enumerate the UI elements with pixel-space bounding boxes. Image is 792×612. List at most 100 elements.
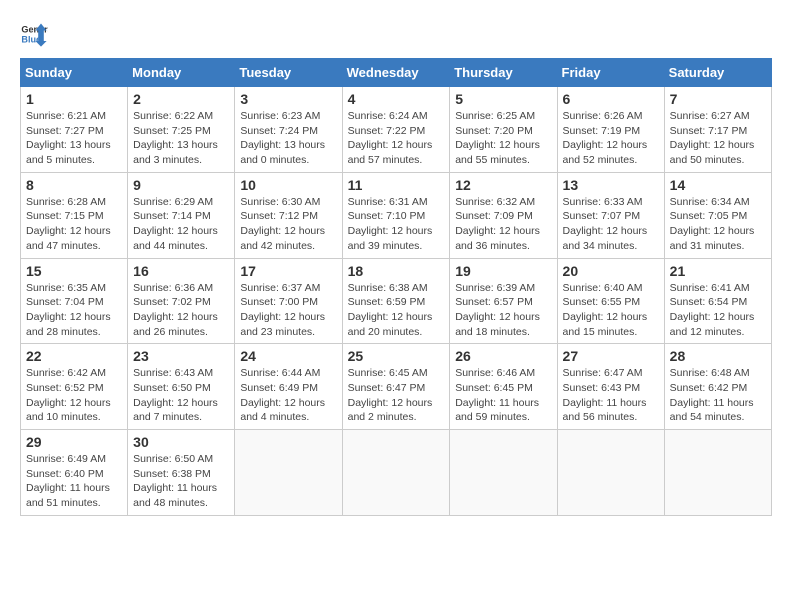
week-row-3: 15Sunrise: 6:35 AMSunset: 7:04 PMDayligh…: [21, 258, 772, 344]
day-detail: Sunrise: 6:22 AMSunset: 7:25 PMDaylight:…: [133, 109, 229, 168]
day-cell: 29 Sunrise: 6:49 AMSunset: 6:40 PMDayligh…: [21, 430, 128, 516]
day-number: 27: [563, 348, 659, 364]
day-cell: [235, 430, 342, 516]
day-number: 6: [563, 91, 659, 107]
day-detail: Sunrise: 6:46 AMSunset: 6:45 PMDaylight:…: [455, 366, 551, 425]
day-detail: Sunrise: 6:37 AMSunset: 7:00 PMDaylight:…: [240, 281, 336, 340]
day-detail: Sunrise: 6:27 AMSunset: 7:17 PMDaylight:…: [670, 109, 766, 168]
day-number: 21: [670, 263, 766, 279]
day-number: 30: [133, 434, 229, 450]
col-header-sunday: Sunday: [21, 59, 128, 87]
day-detail: Sunrise: 6:30 AMSunset: 7:12 PMDaylight:…: [240, 195, 336, 254]
day-number: 12: [455, 177, 551, 193]
day-number: 23: [133, 348, 229, 364]
col-header-saturday: Saturday: [664, 59, 771, 87]
day-cell: 8 Sunrise: 6:28 AMSunset: 7:15 PMDaylight…: [21, 172, 128, 258]
day-cell: 16Sunrise: 6:36 AMSunset: 7:02 PMDayligh…: [128, 258, 235, 344]
day-cell: [342, 430, 450, 516]
day-detail: Sunrise: 6:45 AMSunset: 6:47 PMDaylight:…: [348, 366, 445, 425]
day-number: 22: [26, 348, 122, 364]
day-cell: 10 Sunrise: 6:30 AMSunset: 7:12 PMDayligh…: [235, 172, 342, 258]
day-detail: Sunrise: 6:24 AMSunset: 7:22 PMDaylight:…: [348, 109, 445, 168]
day-detail: Sunrise: 6:43 AMSunset: 6:50 PMDaylight:…: [133, 366, 229, 425]
day-detail: Sunrise: 6:42 AMSunset: 6:52 PMDaylight:…: [26, 366, 122, 425]
calendar-table: SundayMondayTuesdayWednesdayThursdayFrid…: [20, 58, 772, 516]
day-number: 26: [455, 348, 551, 364]
page-header: General Blue: [20, 20, 772, 48]
col-header-monday: Monday: [128, 59, 235, 87]
day-cell: 13 Sunrise: 6:33 AMSunset: 7:07 PMDayligh…: [557, 172, 664, 258]
week-row-2: 8 Sunrise: 6:28 AMSunset: 7:15 PMDaylight…: [21, 172, 772, 258]
day-number: 2: [133, 91, 229, 107]
col-header-tuesday: Tuesday: [235, 59, 342, 87]
day-number: 29: [26, 434, 122, 450]
day-detail: Sunrise: 6:23 AMSunset: 7:24 PMDaylight:…: [240, 109, 336, 168]
day-number: 3: [240, 91, 336, 107]
day-cell: 23 Sunrise: 6:43 AMSunset: 6:50 PMDayligh…: [128, 344, 235, 430]
week-row-5: 29 Sunrise: 6:49 AMSunset: 6:40 PMDayligh…: [21, 430, 772, 516]
day-number: 4: [348, 91, 445, 107]
day-cell: 3 Sunrise: 6:23 AMSunset: 7:24 PMDaylight…: [235, 87, 342, 173]
day-detail: Sunrise: 6:34 AMSunset: 7:05 PMDaylight:…: [670, 195, 766, 254]
day-cell: [450, 430, 557, 516]
day-number: 5: [455, 91, 551, 107]
day-cell: 30 Sunrise: 6:50 AMSunset: 6:38 PMDayligh…: [128, 430, 235, 516]
day-number: 7: [670, 91, 766, 107]
day-number: 14: [670, 177, 766, 193]
day-cell: 21 Sunrise: 6:41 AMSunset: 6:54 PMDayligh…: [664, 258, 771, 344]
day-detail: Sunrise: 6:38 AMSunset: 6:59 PMDaylight:…: [348, 281, 445, 340]
day-number: 10: [240, 177, 336, 193]
col-header-friday: Friday: [557, 59, 664, 87]
day-number: 18: [348, 263, 445, 279]
col-header-wednesday: Wednesday: [342, 59, 450, 87]
day-cell: 28 Sunrise: 6:48 AMSunset: 6:42 PMDayligh…: [664, 344, 771, 430]
day-detail: Sunrise: 6:31 AMSunset: 7:10 PMDaylight:…: [348, 195, 445, 254]
day-detail: Sunrise: 6:28 AMSunset: 7:15 PMDaylight:…: [26, 195, 122, 254]
day-number: 25: [348, 348, 445, 364]
day-detail: Sunrise: 6:49 AMSunset: 6:40 PMDaylight:…: [26, 452, 122, 511]
day-cell: [664, 430, 771, 516]
day-cell: 22 Sunrise: 6:42 AMSunset: 6:52 PMDayligh…: [21, 344, 128, 430]
day-detail: Sunrise: 6:21 AMSunset: 7:27 PMDaylight:…: [26, 109, 122, 168]
day-detail: Sunrise: 6:50 AMSunset: 6:38 PMDaylight:…: [133, 452, 229, 511]
day-cell: 17Sunrise: 6:37 AMSunset: 7:00 PMDayligh…: [235, 258, 342, 344]
day-detail: Sunrise: 6:39 AMSunset: 6:57 PMDaylight:…: [455, 281, 551, 340]
day-number: 16: [133, 263, 229, 279]
day-detail: Sunrise: 6:26 AMSunset: 7:19 PMDaylight:…: [563, 109, 659, 168]
day-cell: 6 Sunrise: 6:26 AMSunset: 7:19 PMDaylight…: [557, 87, 664, 173]
day-cell: 24 Sunrise: 6:44 AMSunset: 6:49 PMDayligh…: [235, 344, 342, 430]
logo-icon: General Blue: [20, 20, 48, 48]
day-detail: Sunrise: 6:33 AMSunset: 7:07 PMDaylight:…: [563, 195, 659, 254]
day-detail: Sunrise: 6:48 AMSunset: 6:42 PMDaylight:…: [670, 366, 766, 425]
day-detail: Sunrise: 6:35 AMSunset: 7:04 PMDaylight:…: [26, 281, 122, 340]
day-cell: 1Sunrise: 6:21 AMSunset: 7:27 PMDaylight…: [21, 87, 128, 173]
day-detail: Sunrise: 6:29 AMSunset: 7:14 PMDaylight:…: [133, 195, 229, 254]
day-cell: 20Sunrise: 6:40 AMSunset: 6:55 PMDayligh…: [557, 258, 664, 344]
day-number: 19: [455, 263, 551, 279]
day-cell: 4 Sunrise: 6:24 AMSunset: 7:22 PMDaylight…: [342, 87, 450, 173]
day-number: 8: [26, 177, 122, 193]
day-detail: Sunrise: 6:25 AMSunset: 7:20 PMDaylight:…: [455, 109, 551, 168]
day-cell: 9 Sunrise: 6:29 AMSunset: 7:14 PMDaylight…: [128, 172, 235, 258]
day-detail: Sunrise: 6:41 AMSunset: 6:54 PMDaylight:…: [670, 281, 766, 340]
day-number: 28: [670, 348, 766, 364]
day-detail: Sunrise: 6:47 AMSunset: 6:43 PMDaylight:…: [563, 366, 659, 425]
day-cell: 7 Sunrise: 6:27 AMSunset: 7:17 PMDaylight…: [664, 87, 771, 173]
day-cell: 25 Sunrise: 6:45 AMSunset: 6:47 PMDayligh…: [342, 344, 450, 430]
day-number: 20: [563, 263, 659, 279]
day-detail: Sunrise: 6:32 AMSunset: 7:09 PMDaylight:…: [455, 195, 551, 254]
day-number: 11: [348, 177, 445, 193]
day-cell: 18 Sunrise: 6:38 AMSunset: 6:59 PMDayligh…: [342, 258, 450, 344]
day-detail: Sunrise: 6:44 AMSunset: 6:49 PMDaylight:…: [240, 366, 336, 425]
day-cell: [557, 430, 664, 516]
day-number: 13: [563, 177, 659, 193]
col-header-thursday: Thursday: [450, 59, 557, 87]
day-number: 9: [133, 177, 229, 193]
day-cell: 11 Sunrise: 6:31 AMSunset: 7:10 PMDayligh…: [342, 172, 450, 258]
day-number: 24: [240, 348, 336, 364]
logo: General Blue: [20, 20, 52, 48]
day-cell: 14 Sunrise: 6:34 AMSunset: 7:05 PMDayligh…: [664, 172, 771, 258]
day-cell: 19 Sunrise: 6:39 AMSunset: 6:57 PMDayligh…: [450, 258, 557, 344]
day-cell: 2 Sunrise: 6:22 AMSunset: 7:25 PMDaylight…: [128, 87, 235, 173]
day-cell: 5 Sunrise: 6:25 AMSunset: 7:20 PMDaylight…: [450, 87, 557, 173]
